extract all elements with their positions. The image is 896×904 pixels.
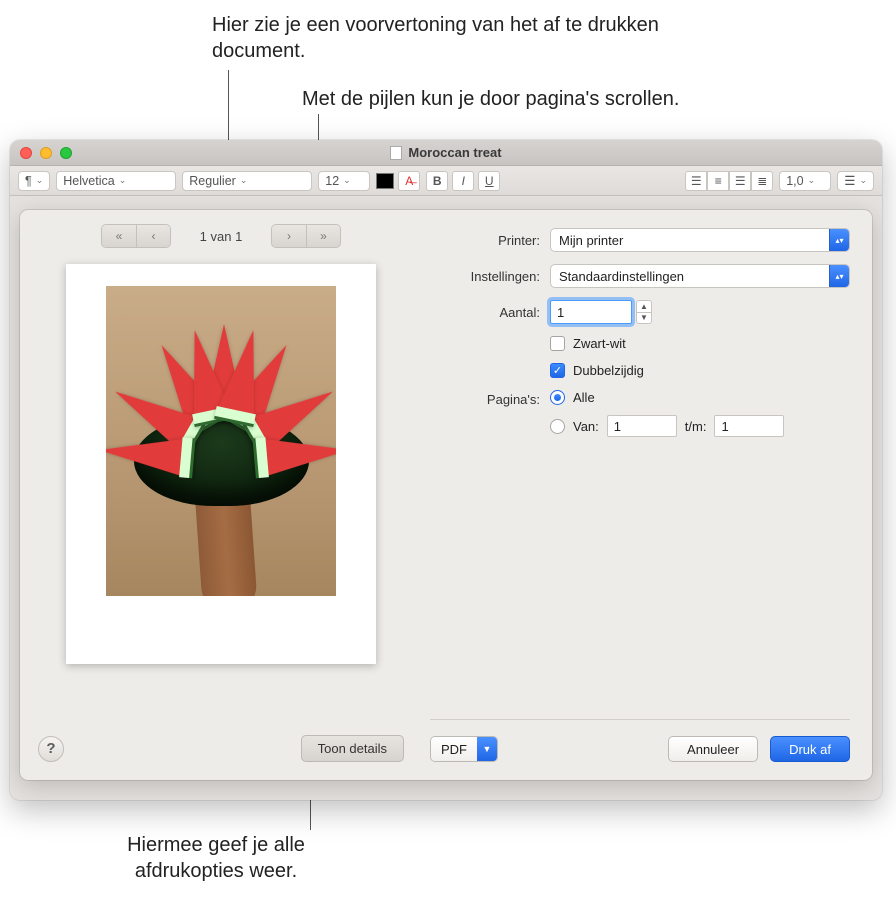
window-title: Moroccan treat xyxy=(10,145,882,160)
callout-arrows-hint: Met de pijlen kun je door pagina's scrol… xyxy=(302,86,862,112)
pages-to-field[interactable] xyxy=(714,415,784,437)
black-white-checkbox[interactable] xyxy=(550,336,565,351)
preview-panel: « ‹ 1 van 1 › » xyxy=(20,210,422,780)
preview-image xyxy=(106,286,336,596)
list-style-menu[interactable]: ☰ ⌄ xyxy=(837,171,874,191)
line-spacing-value: 1,0 xyxy=(786,174,803,188)
page-indicator: 1 van 1 xyxy=(181,229,261,244)
chevron-down-icon: ⌄ xyxy=(119,175,127,186)
bold-button[interactable]: B xyxy=(426,171,448,191)
chevron-down-icon: ▼ xyxy=(477,737,497,761)
align-justify-button[interactable]: ≣ xyxy=(751,171,773,191)
printer-label: Printer: xyxy=(430,233,540,248)
print-button[interactable]: Druk af xyxy=(770,736,850,762)
document-icon xyxy=(390,146,402,160)
align-center-button[interactable]: ≡ xyxy=(707,171,729,191)
callout-preview-hint: Hier zie je een voorvertoning van het af… xyxy=(212,12,672,64)
popup-arrows-icon: ▴▾ xyxy=(829,265,849,287)
underline-button[interactable]: U xyxy=(478,171,500,191)
font-style-value: Regulier xyxy=(189,174,236,188)
text-color-swatch[interactable] xyxy=(376,173,394,189)
pages-all-radio[interactable] xyxy=(550,390,565,405)
titlebar: Moroccan treat xyxy=(10,140,882,166)
chevron-down-icon: ⌄ xyxy=(343,175,351,186)
italic-button[interactable]: I xyxy=(452,171,474,191)
duplex-checkbox[interactable]: ✓ xyxy=(550,363,565,378)
page-next-segment: › » xyxy=(271,224,341,248)
print-dialog: « ‹ 1 van 1 › » xyxy=(20,210,872,780)
format-toolbar: ¶ ⌄ Helvetica ⌄ Regulier ⌄ 12 ⌄ A̶ B I U xyxy=(10,166,882,196)
pages-from-label: Van: xyxy=(573,419,599,434)
traffic-lights xyxy=(20,147,72,159)
font-size-field[interactable]: 12 ⌄ xyxy=(318,171,370,191)
duplex-label: Dubbelzijdig xyxy=(573,363,644,378)
page-prev-segment: « ‹ xyxy=(101,224,171,248)
prev-page-button[interactable]: ‹ xyxy=(136,225,170,247)
chevron-down-icon: ⌄ xyxy=(808,175,816,186)
last-page-button[interactable]: » xyxy=(306,225,340,247)
copies-field[interactable] xyxy=(550,300,632,324)
options-panel: Printer: Mijn printer ▴▾ Instellingen: S… xyxy=(422,210,872,780)
strikethrough-color-button[interactable]: A̶ xyxy=(398,171,420,191)
copies-stepper[interactable]: ▲ ▼ xyxy=(636,300,652,324)
first-page-button[interactable]: « xyxy=(102,225,136,247)
font-family-value: Helvetica xyxy=(63,174,114,188)
printer-value: Mijn printer xyxy=(559,233,623,248)
pages-range-radio[interactable] xyxy=(550,419,565,434)
popup-arrows-icon: ▴▾ xyxy=(829,229,849,251)
black-white-label: Zwart-wit xyxy=(573,336,626,351)
chevron-down-icon: ⌄ xyxy=(240,175,248,186)
page-navigator: « ‹ 1 van 1 › » xyxy=(38,224,404,248)
presets-label: Instellingen: xyxy=(430,269,540,284)
app-window: Moroccan treat ¶ ⌄ Helvetica ⌄ Regulier ⌄ … xyxy=(10,140,882,800)
copies-label: Aantal: xyxy=(430,305,540,320)
alignment-segmented[interactable]: ☰ ≡ ☰ ≣ xyxy=(685,171,773,191)
close-window-button[interactable] xyxy=(20,147,32,159)
callout-details-hint: Hiermee geef je alle afdrukopties weer. xyxy=(96,832,336,884)
printer-popup[interactable]: Mijn printer ▴▾ xyxy=(550,228,850,252)
zoom-window-button[interactable] xyxy=(60,147,72,159)
pages-to-label: t/m: xyxy=(685,419,707,434)
next-page-button[interactable]: › xyxy=(272,225,306,247)
font-style-menu[interactable]: Regulier ⌄ xyxy=(182,171,312,191)
font-size-value: 12 xyxy=(325,174,339,188)
paragraph-style-menu[interactable]: ¶ ⌄ xyxy=(18,171,50,191)
cancel-button[interactable]: Annuleer xyxy=(668,736,758,762)
minimize-window-button[interactable] xyxy=(40,147,52,159)
pages-from-field[interactable] xyxy=(607,415,677,437)
pdf-menu-button[interactable]: PDF ▼ xyxy=(430,736,498,762)
align-left-button[interactable]: ☰ xyxy=(685,171,707,191)
print-preview-page xyxy=(66,264,376,664)
pages-label: Pagina's: xyxy=(430,390,540,407)
show-details-button[interactable]: Toon details xyxy=(301,735,404,762)
line-spacing-menu[interactable]: 1,0 ⌄ xyxy=(779,171,831,191)
align-right-button[interactable]: ☰ xyxy=(729,171,751,191)
pages-all-label: Alle xyxy=(573,390,595,405)
font-family-menu[interactable]: Helvetica ⌄ xyxy=(56,171,176,191)
window-title-text: Moroccan treat xyxy=(408,145,501,160)
sheet-backdrop: « ‹ 1 van 1 › » xyxy=(10,196,882,800)
help-button[interactable]: ? xyxy=(38,736,64,762)
presets-value: Standaardinstellingen xyxy=(559,269,684,284)
presets-popup[interactable]: Standaardinstellingen ▴▾ xyxy=(550,264,850,288)
stepper-down-icon: ▼ xyxy=(637,313,651,324)
pdf-button-label: PDF xyxy=(431,737,477,761)
stepper-up-icon: ▲ xyxy=(637,301,651,313)
